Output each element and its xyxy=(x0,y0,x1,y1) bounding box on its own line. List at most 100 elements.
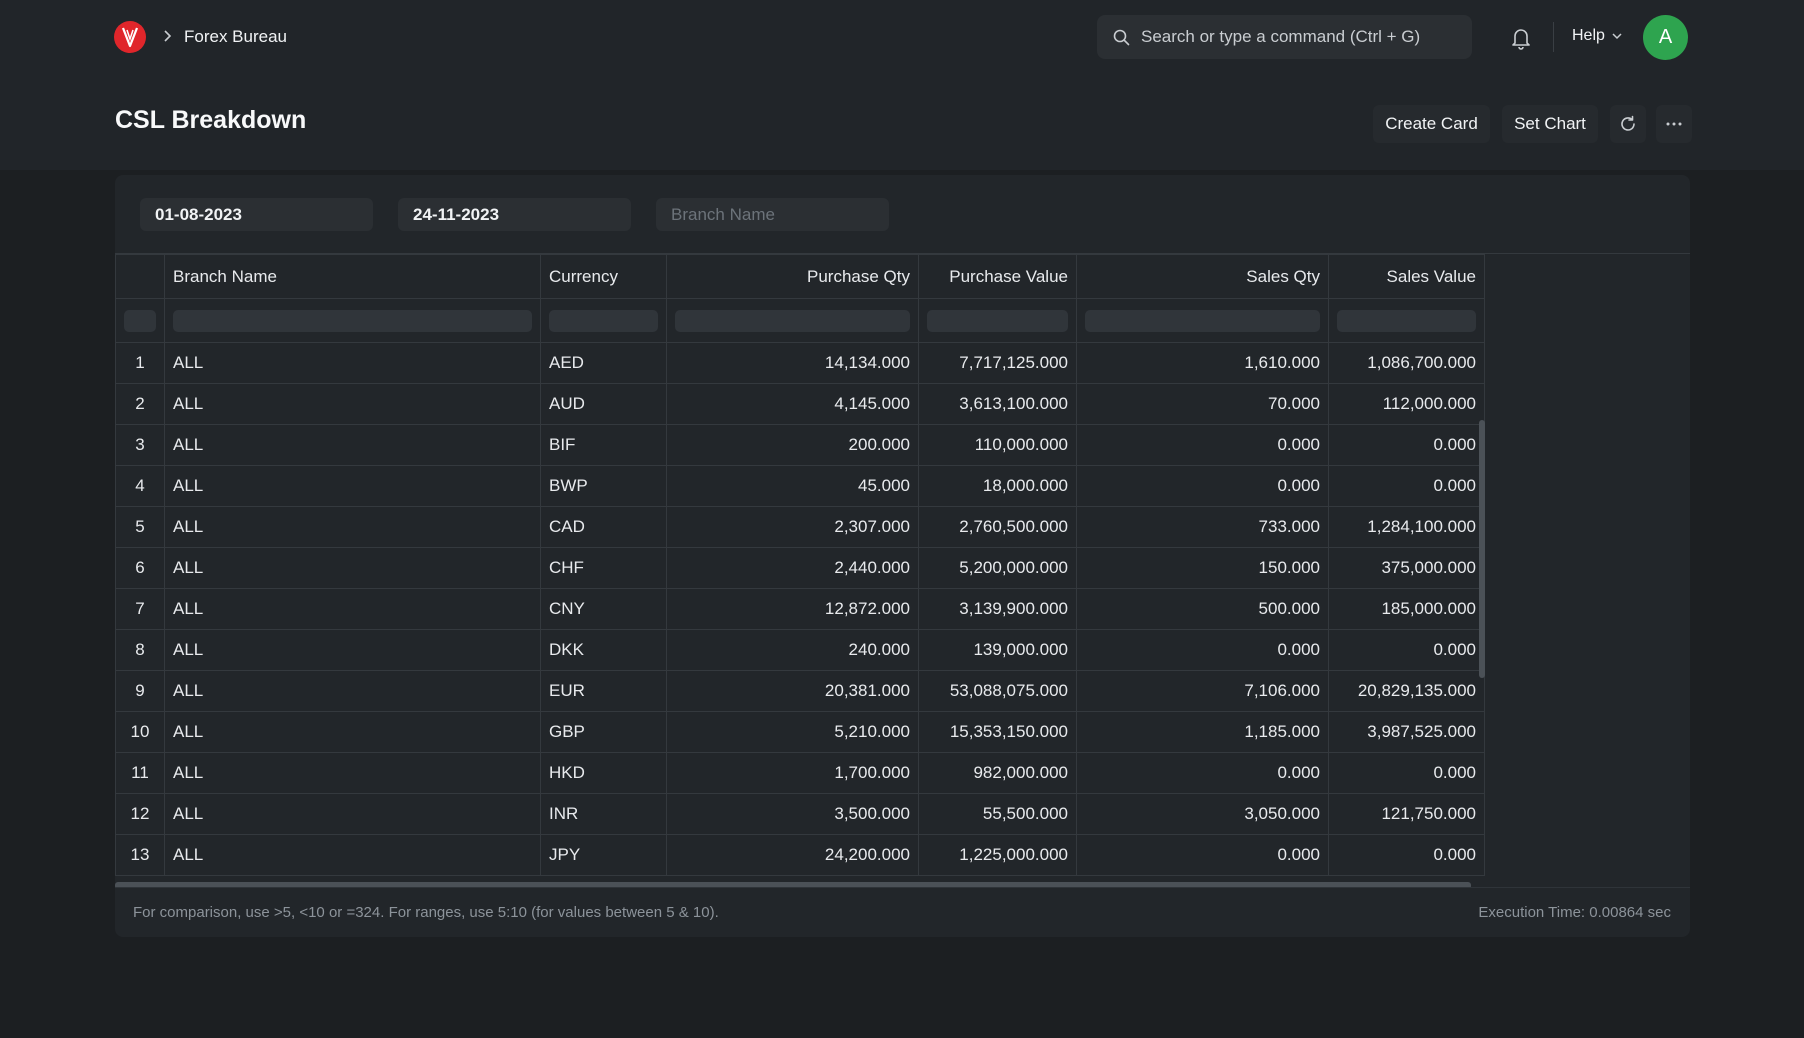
cell-purchase-qty[interactable]: 200.000 xyxy=(666,424,919,466)
cell-currency[interactable]: INR xyxy=(540,793,667,835)
cell-currency[interactable]: JPY xyxy=(540,834,667,876)
cell-purchase-value[interactable]: 53,088,075.000 xyxy=(918,670,1077,712)
table-row[interactable]: 5 ALL CAD 2,307.000 2,760,500.000 733.000 1,28… xyxy=(115,506,1485,548)
cell-branch-name[interactable]: ALL xyxy=(164,506,541,548)
cell-currency[interactable]: BIF xyxy=(540,424,667,466)
column-filter-sales-qty[interactable] xyxy=(1085,309,1320,332)
cell-purchase-value[interactable]: 982,000.000 xyxy=(918,752,1077,794)
table-row[interactable]: 10 ALL GBP 5,210.000 15,353,150.000 1,185.000… xyxy=(115,711,1485,753)
create-card-button[interactable]: Create Card xyxy=(1373,105,1490,143)
column-header-purchase-qty[interactable]: Purchase Qty xyxy=(666,254,919,299)
table-row[interactable]: 13 ALL JPY 24,200.000 1,225,000.000 0.000 0.00… xyxy=(115,834,1485,876)
column-header-sales-qty[interactable]: Sales Qty xyxy=(1076,254,1329,299)
brand-logo-icon[interactable] xyxy=(114,21,146,53)
help-dropdown[interactable]: Help xyxy=(1572,27,1623,45)
table-row[interactable]: 7 ALL CNY 12,872.000 3,139,900.000 500.000 185… xyxy=(115,588,1485,630)
cell-purchase-value[interactable]: 5,200,000.000 xyxy=(918,547,1077,589)
more-options-button[interactable] xyxy=(1656,105,1692,143)
table-row[interactable]: 9 ALL EUR 20,381.000 53,088,075.000 7,106.000… xyxy=(115,670,1485,712)
cell-currency[interactable]: CNY xyxy=(540,588,667,630)
cell-purchase-qty[interactable]: 2,440.000 xyxy=(666,547,919,589)
row-index[interactable]: 10 xyxy=(115,711,165,753)
cell-branch-name[interactable]: ALL xyxy=(164,547,541,589)
cell-currency[interactable]: CHF xyxy=(540,547,667,589)
cell-purchase-value[interactable]: 7,717,125.000 xyxy=(918,342,1077,384)
cell-sales-value[interactable]: 0.000 xyxy=(1328,424,1485,466)
cell-sales-value[interactable]: 0.000 xyxy=(1328,752,1485,794)
from-date-field[interactable] xyxy=(140,198,373,231)
cell-currency[interactable]: AED xyxy=(540,342,667,384)
cell-sales-value[interactable]: 0.000 xyxy=(1328,629,1485,671)
column-header-currency[interactable]: Currency xyxy=(540,254,667,299)
cell-sales-value[interactable]: 0.000 xyxy=(1328,465,1485,507)
cell-sales-qty[interactable]: 150.000 xyxy=(1076,547,1329,589)
cell-sales-value[interactable]: 1,284,100.000 xyxy=(1328,506,1485,548)
row-index[interactable]: 12 xyxy=(115,793,165,835)
cell-currency[interactable]: EUR xyxy=(540,670,667,712)
to-date-field[interactable] xyxy=(398,198,631,231)
row-index[interactable]: 4 xyxy=(115,465,165,507)
cell-sales-qty[interactable]: 1,185.000 xyxy=(1076,711,1329,753)
row-index[interactable]: 2 xyxy=(115,383,165,425)
cell-sales-value[interactable]: 0.000 xyxy=(1328,834,1485,876)
breadcrumb-forex-bureau[interactable]: Forex Bureau xyxy=(184,27,287,47)
search-input[interactable] xyxy=(1141,15,1461,59)
column-filter-branch-name[interactable] xyxy=(173,309,532,332)
avatar[interactable]: A xyxy=(1643,15,1688,60)
cell-sales-value[interactable]: 1,086,700.000 xyxy=(1328,342,1485,384)
cell-sales-qty[interactable]: 0.000 xyxy=(1076,834,1329,876)
cell-sales-value[interactable]: 185,000.000 xyxy=(1328,588,1485,630)
cell-branch-name[interactable]: ALL xyxy=(164,424,541,466)
vertical-scrollbar[interactable] xyxy=(1479,420,1485,678)
cell-purchase-value[interactable]: 3,139,900.000 xyxy=(918,588,1077,630)
column-header-sales-value[interactable]: Sales Value xyxy=(1328,254,1485,299)
cell-sales-qty[interactable]: 0.000 xyxy=(1076,629,1329,671)
set-chart-button[interactable]: Set Chart xyxy=(1502,105,1598,143)
cell-sales-qty[interactable]: 3,050.000 xyxy=(1076,793,1329,835)
column-header-branch-name[interactable]: Branch Name xyxy=(164,254,541,299)
row-index[interactable]: 6 xyxy=(115,547,165,589)
cell-currency[interactable]: DKK xyxy=(540,629,667,671)
cell-sales-qty[interactable]: 0.000 xyxy=(1076,752,1329,794)
cell-purchase-qty[interactable]: 12,872.000 xyxy=(666,588,919,630)
cell-currency[interactable]: CAD xyxy=(540,506,667,548)
cell-purchase-value[interactable]: 2,760,500.000 xyxy=(918,506,1077,548)
cell-sales-value[interactable]: 3,987,525.000 xyxy=(1328,711,1485,753)
cell-purchase-value[interactable]: 15,353,150.000 xyxy=(918,711,1077,753)
cell-currency[interactable]: GBP xyxy=(540,711,667,753)
row-index[interactable]: 3 xyxy=(115,424,165,466)
row-index[interactable]: 5 xyxy=(115,506,165,548)
cell-sales-qty[interactable]: 0.000 xyxy=(1076,424,1329,466)
cell-branch-name[interactable]: ALL xyxy=(164,588,541,630)
search-bar[interactable] xyxy=(1097,15,1472,59)
cell-currency[interactable]: BWP xyxy=(540,465,667,507)
cell-sales-value[interactable]: 121,750.000 xyxy=(1328,793,1485,835)
column-filter-purchase-qty[interactable] xyxy=(675,309,910,332)
cell-currency[interactable]: HKD xyxy=(540,752,667,794)
cell-purchase-qty[interactable]: 20,381.000 xyxy=(666,670,919,712)
table-row[interactable]: 12 ALL INR 3,500.000 55,500.000 3,050.000 121,… xyxy=(115,793,1485,835)
row-index[interactable]: 7 xyxy=(115,588,165,630)
cell-sales-qty[interactable]: 733.000 xyxy=(1076,506,1329,548)
column-filter-currency[interactable] xyxy=(549,309,658,332)
cell-currency[interactable]: AUD xyxy=(540,383,667,425)
cell-purchase-qty[interactable]: 3,500.000 xyxy=(666,793,919,835)
column-filter-sales-value[interactable] xyxy=(1337,309,1476,332)
row-index[interactable]: 13 xyxy=(115,834,165,876)
cell-purchase-qty[interactable]: 24,200.000 xyxy=(666,834,919,876)
cell-sales-qty[interactable]: 0.000 xyxy=(1076,465,1329,507)
cell-sales-value[interactable]: 375,000.000 xyxy=(1328,547,1485,589)
cell-branch-name[interactable]: ALL xyxy=(164,834,541,876)
cell-purchase-qty[interactable]: 2,307.000 xyxy=(666,506,919,548)
cell-purchase-value[interactable]: 110,000.000 xyxy=(918,424,1077,466)
column-filter-index[interactable] xyxy=(124,309,156,332)
cell-branch-name[interactable]: ALL xyxy=(164,383,541,425)
cell-branch-name[interactable]: ALL xyxy=(164,752,541,794)
cell-purchase-value[interactable]: 55,500.000 xyxy=(918,793,1077,835)
cell-purchase-value[interactable]: 1,225,000.000 xyxy=(918,834,1077,876)
cell-branch-name[interactable]: ALL xyxy=(164,711,541,753)
row-index[interactable]: 1 xyxy=(115,342,165,384)
cell-branch-name[interactable]: ALL xyxy=(164,793,541,835)
cell-purchase-qty[interactable]: 5,210.000 xyxy=(666,711,919,753)
table-row[interactable]: 11 ALL HKD 1,700.000 982,000.000 0.000 0.000 xyxy=(115,752,1485,794)
